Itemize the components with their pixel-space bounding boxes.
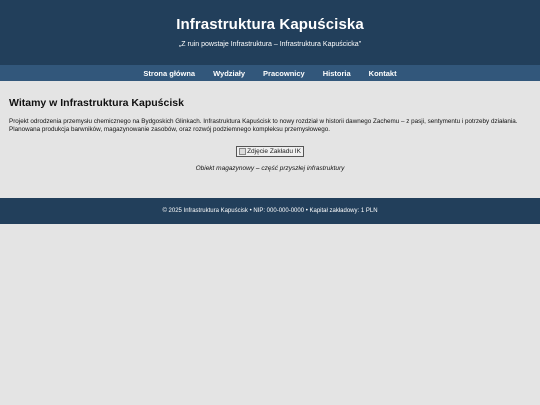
nav-item-employees[interactable]: Pracownicy — [261, 69, 307, 78]
site-tagline: „Z ruin powstaje Infrastruktura – Infras… — [178, 41, 362, 48]
nav-item-history[interactable]: Historia — [321, 69, 353, 78]
facility-photo: Zdjęcie Zakładu IK — [236, 146, 304, 157]
page-heading: Witamy w Infrastruktura Kapuścisk — [9, 97, 184, 109]
footer-text: © 2025 Infrastruktura Kapuścisk • NIP: 0… — [162, 208, 378, 214]
nav-item-home[interactable]: Strona główna — [141, 69, 197, 78]
facility-photo-alt: Zdjęcie Zakładu IK — [247, 148, 301, 155]
site-title: Infrastruktura Kapuściska — [176, 16, 364, 33]
site-header: Infrastruktura Kapuściska „Z ruin powsta… — [0, 0, 540, 65]
main-nav: Strona główna Wydziały Pracownicy Histor… — [0, 65, 540, 81]
main-content: Witamy w Infrastruktura Kapuścisk Projek… — [0, 81, 540, 198]
site-footer: © 2025 Infrastruktura Kapuścisk • NIP: 0… — [0, 198, 540, 224]
broken-image-icon — [239, 148, 247, 155]
intro-paragraph: Projekt odrodzenia przemysłu chemicznego… — [9, 118, 518, 133]
nav-item-departments[interactable]: Wydziały — [211, 69, 247, 78]
facility-figure: Zdjęcie Zakładu IK Obiekt magazynowy – c… — [0, 142, 540, 172]
facility-caption: Obiekt magazynowy – część przyszłej infr… — [195, 165, 345, 172]
nav-item-contact[interactable]: Kontakt — [367, 69, 399, 78]
